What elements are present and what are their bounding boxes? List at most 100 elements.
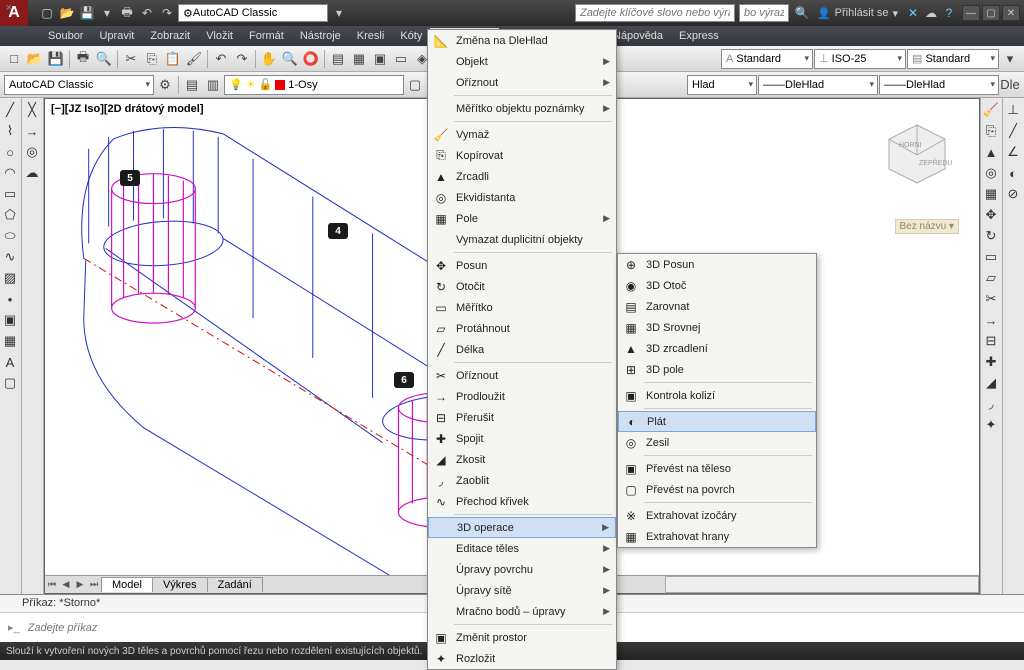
hscrollbar[interactable]: [665, 576, 979, 593]
line-icon[interactable]: ╱: [0, 100, 20, 120]
tb-redo-icon[interactable]: ↷: [232, 49, 252, 69]
array-icon[interactable]: ▦: [981, 184, 1001, 204]
menu-item-zkosit[interactable]: ◢Zkosit: [428, 449, 616, 470]
maximize-button[interactable]: ▢: [982, 5, 1000, 21]
lt3-select[interactable]: —— DleHlad: [879, 75, 999, 95]
submenu-item-plát[interactable]: ◐Plát: [618, 411, 816, 432]
rotate-icon[interactable]: ↻: [981, 226, 1001, 246]
new-icon[interactable]: ▢: [38, 4, 56, 22]
block-icon[interactable]: ▣: [0, 310, 20, 330]
menu-item-oříznout[interactable]: ✂Oříznout: [428, 365, 616, 386]
open-icon[interactable]: 📂: [58, 4, 76, 22]
tab-zadani[interactable]: Zadání: [207, 577, 263, 592]
arc-icon[interactable]: ◠: [0, 163, 20, 183]
scale-icon[interactable]: ▭: [981, 247, 1001, 267]
menu-item-měřítko-objektu-poznámky[interactable]: Měřítko objektu poznámky▶: [428, 98, 616, 119]
menu-item-editace-těles[interactable]: Editace těles▶: [428, 538, 616, 559]
menu-koty[interactable]: Kóty: [392, 28, 430, 44]
cmd-close-icon[interactable]: ×: [2, 2, 16, 14]
menu-item-zrcadli[interactable]: ▲Zrcadli: [428, 166, 616, 187]
layer-iso-icon[interactable]: ▢: [405, 75, 425, 95]
trim-icon[interactable]: ✂: [981, 289, 1001, 309]
submenu-item-kontrola-kolizí[interactable]: ▣Kontrola kolizí: [618, 385, 816, 406]
chamfer-icon[interactable]: ◢: [981, 373, 1001, 393]
tb-tp-icon[interactable]: ▣: [370, 49, 390, 69]
copy-icon[interactable]: ⎘: [981, 121, 1001, 141]
tb-cut-icon[interactable]: ✂: [121, 49, 141, 69]
qat-dd-icon[interactable]: ▾: [330, 4, 348, 22]
tb-copy-icon[interactable]: ⎘: [142, 49, 162, 69]
menu-item-úpravy-povrchu[interactable]: Úpravy povrchu▶: [428, 559, 616, 580]
dim-lin-icon[interactable]: ⊥: [1003, 100, 1023, 120]
dimstyle-select[interactable]: ⊥ ISO-25: [814, 49, 906, 69]
menu-item-ekvidistanta[interactable]: ◎Ekvidistanta: [428, 187, 616, 208]
tab-last-icon[interactable]: ⏭: [87, 577, 101, 593]
menu-item-vymaž[interactable]: 🧹Vymaž: [428, 124, 616, 145]
menu-item-posun[interactable]: ✥Posun: [428, 255, 616, 276]
ellipse-icon[interactable]: ⬭: [0, 226, 20, 246]
tab-vykres[interactable]: Výkres: [152, 577, 208, 592]
undo-icon[interactable]: ↶: [138, 4, 156, 22]
tb-orbit-icon[interactable]: ⭕: [301, 49, 321, 69]
submenu-item-3d-pole[interactable]: ⊞3D pole: [618, 359, 816, 380]
offset-icon[interactable]: ◎: [981, 163, 1001, 183]
saveas-icon[interactable]: ▾: [98, 4, 116, 22]
mtext-icon[interactable]: A: [0, 352, 20, 372]
pline-icon[interactable]: ⌇: [0, 121, 20, 141]
tab-prev-icon[interactable]: ◀: [59, 577, 73, 593]
menu-item-prodloužit[interactable]: →Prodloužit: [428, 386, 616, 407]
workspace-select[interactable]: ⚙ AutoCAD Classic: [178, 4, 328, 22]
textstyle-select[interactable]: A Standard: [721, 49, 813, 69]
region-icon[interactable]: ▢: [0, 373, 20, 393]
point-icon[interactable]: •: [0, 289, 20, 309]
explode-icon[interactable]: ✦: [981, 415, 1001, 435]
menu-nastroje[interactable]: Nástroje: [292, 28, 349, 44]
hatch-icon[interactable]: ▨: [0, 268, 20, 288]
menu-item-změnit-prostor[interactable]: ▣Změnit prostor: [428, 627, 616, 648]
move-icon[interactable]: ✥: [981, 205, 1001, 225]
fillet-icon[interactable]: ◞: [981, 394, 1001, 414]
viewcube[interactable]: HORNI ZEPŘEDU: [877, 117, 957, 197]
tb-new-icon[interactable]: □: [4, 49, 24, 69]
save-icon[interactable]: 💾: [78, 4, 96, 22]
mirror-icon[interactable]: ▲: [981, 142, 1001, 162]
submenu-item-3d-posun[interactable]: ⊕3D Posun: [618, 254, 816, 275]
tab-next-icon[interactable]: ▶: [73, 577, 87, 593]
menu-item-objekt[interactable]: Objekt▶: [428, 51, 616, 72]
menu-item-otočit[interactable]: ↻Otočit: [428, 276, 616, 297]
mlstyle-select[interactable]: ▤ Standard: [907, 49, 999, 69]
menu-item-úpravy-sítě[interactable]: Úpravy sítě▶: [428, 580, 616, 601]
submenu-item-zarovnat[interactable]: ▤Zarovnat: [618, 296, 816, 317]
close-button[interactable]: ✕: [1002, 5, 1020, 21]
cloud-icon[interactable]: ☁: [922, 4, 940, 22]
revcloud-icon[interactable]: ☁: [22, 163, 42, 183]
tb-match-icon[interactable]: 🖌: [184, 49, 204, 69]
tb-paste-icon[interactable]: 📋: [163, 49, 183, 69]
submenu-item-3d-otoč[interactable]: ◉3D Otoč: [618, 275, 816, 296]
minimize-button[interactable]: —: [962, 5, 980, 21]
menu-kresli[interactable]: Kresli: [349, 28, 393, 44]
layer-states-icon[interactable]: ▥: [203, 75, 223, 95]
extend-icon[interactable]: →: [981, 310, 1001, 330]
named-view-select[interactable]: Bez názvu ▾: [895, 219, 960, 234]
menu-item-mračno-bodů-–-úpravy[interactable]: Mračno bodů – úpravy▶: [428, 601, 616, 622]
dim-ali-icon[interactable]: ╱: [1003, 121, 1023, 141]
layer-props-icon[interactable]: ▤: [182, 75, 202, 95]
tab-model[interactable]: Model: [101, 577, 153, 592]
rect-icon[interactable]: ▭: [0, 184, 20, 204]
dim-rad-icon[interactable]: ◐: [1003, 163, 1023, 183]
tb-ssm-icon[interactable]: ▭: [391, 49, 411, 69]
menu-item-přechod-křivek[interactable]: ∿Přechod křivek: [428, 491, 616, 512]
tb-style-icon[interactable]: ▾: [1000, 49, 1020, 69]
donut-icon[interactable]: ◎: [22, 142, 42, 162]
menu-item-protáhnout[interactable]: ▱Protáhnout: [428, 318, 616, 339]
tb-preview-icon[interactable]: 🔍: [94, 49, 114, 69]
menu-item-kopírovat[interactable]: ⎘Kopírovat: [428, 145, 616, 166]
dim-dia-icon[interactable]: ⊘: [1003, 184, 1023, 204]
menu-soubor[interactable]: Soubor: [40, 28, 91, 44]
tb-zoom-icon[interactable]: 🔍: [280, 49, 300, 69]
submenu-item-3d-zrcadlení[interactable]: ▲3D zrcadlení: [618, 338, 816, 359]
search-input[interactable]: [575, 4, 735, 22]
search-icon[interactable]: 🔍: [793, 4, 811, 22]
menu-item-vymazat-duplicitní-objekty[interactable]: Vymazat duplicitní objekty: [428, 229, 616, 250]
